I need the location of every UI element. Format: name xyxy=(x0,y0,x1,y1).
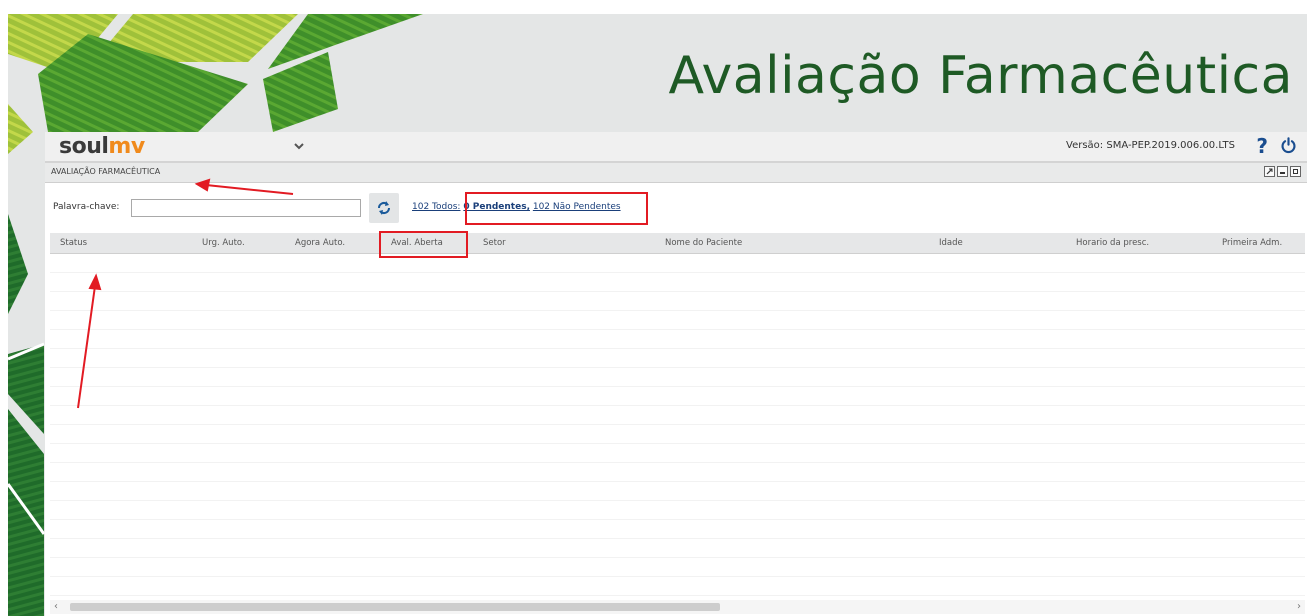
column-horario-presc[interactable]: Horario da presc. xyxy=(1076,238,1149,248)
table-header: Status Urg. Auto. Agora Auto. Aval. Aber… xyxy=(50,233,1305,254)
scroll-left-icon[interactable]: ‹ xyxy=(54,601,58,612)
scroll-right-icon[interactable]: › xyxy=(1297,601,1301,612)
column-agora-auto[interactable]: Agora Auto. xyxy=(295,238,345,248)
search-row: Palavra-chave: 102 Todos: 0 Pendentes, 1… xyxy=(45,190,1307,224)
expand-icon[interactable] xyxy=(1264,166,1275,177)
column-setor[interactable]: Setor xyxy=(483,238,506,248)
refresh-icon xyxy=(378,201,390,215)
top-bar: soulmv Versão: SMA-PEP.2019.006.00.LTS ? xyxy=(45,132,1307,163)
soulmv-logo[interactable]: soulmv xyxy=(59,134,145,160)
refresh-button[interactable] xyxy=(369,193,399,223)
presentation-slide: Avaliação Farmacêutica soulmv Versão: SM… xyxy=(8,14,1307,616)
horizontal-scrollbar[interactable]: ‹ › xyxy=(50,600,1305,614)
keyword-input[interactable] xyxy=(131,199,361,217)
scrollbar-thumb[interactable] xyxy=(70,603,720,611)
column-status[interactable]: Status xyxy=(60,238,87,248)
minimize-icon[interactable] xyxy=(1277,166,1288,177)
maximize-icon[interactable] xyxy=(1290,166,1301,177)
chevron-down-icon[interactable] xyxy=(293,141,305,151)
keyword-label: Palavra-chave: xyxy=(53,202,120,212)
column-primeira-adm[interactable]: Primeira Adm. xyxy=(1222,238,1282,248)
version-label: Versão: SMA-PEP.2019.006.00.LTS xyxy=(1066,140,1235,151)
panel-title: AVALIAÇÃO FARMACÊUTICA xyxy=(51,167,161,176)
annotation-box-aval-aberta xyxy=(379,231,468,258)
annotation-box-filters xyxy=(465,192,648,225)
column-idade[interactable]: Idade xyxy=(939,238,963,248)
column-nome-paciente[interactable]: Nome do Paciente xyxy=(665,238,742,248)
table-body xyxy=(50,254,1305,598)
power-icon[interactable] xyxy=(1280,137,1297,154)
logo-text-soul: soul xyxy=(59,134,109,159)
column-urg-auto[interactable]: Urg. Auto. xyxy=(202,238,245,248)
window-controls xyxy=(1264,166,1301,177)
slide-title: Avaliação Farmacêutica xyxy=(668,46,1293,106)
panel-header: AVALIAÇÃO FARMACÊUTICA xyxy=(45,163,1307,183)
filter-todos-link[interactable]: 102 Todos: xyxy=(412,202,460,212)
logo-text-mv: mv xyxy=(108,134,145,159)
help-icon[interactable]: ? xyxy=(1256,134,1268,158)
application-window: soulmv Versão: SMA-PEP.2019.006.00.LTS ?… xyxy=(45,132,1307,616)
